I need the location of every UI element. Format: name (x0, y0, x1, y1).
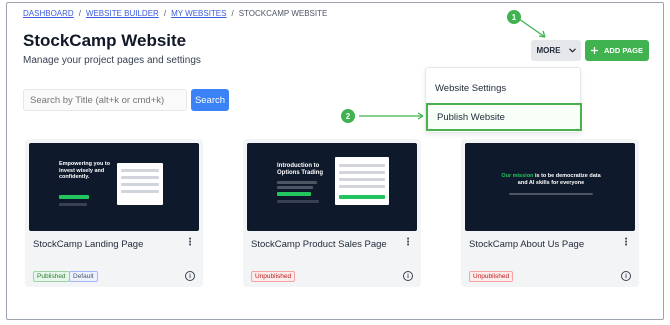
thumb-line (277, 186, 313, 189)
chevron-down-icon (568, 48, 576, 53)
menu-item-publish-website[interactable]: Publish Website (426, 103, 582, 131)
info-icon[interactable]: i (403, 271, 413, 281)
breadcrumb-separator: / (78, 9, 81, 18)
more-label: MORE (536, 46, 561, 55)
thumb-heading-green: Our mission (501, 173, 534, 179)
thumb-line (339, 171, 385, 174)
status-badge-unpublished: Unpublished (251, 271, 296, 282)
thumb-line (121, 169, 159, 172)
card-title: StockCamp Landing Page (33, 239, 144, 250)
thumb-line (339, 185, 385, 188)
page-thumbnail: Introduction to Options Trading (247, 143, 417, 231)
page-card-product-sales[interactable]: Introduction to Options Trading StockCam… (243, 139, 421, 287)
page-card-landing[interactable]: Empowering you to invest wisely and conf… (25, 139, 203, 287)
step-2-arrow-icon (359, 112, 424, 120)
breadcrumb-current: STOCKCAMP WEBSITE (238, 9, 328, 18)
thumb-cta (339, 195, 385, 199)
thumb-link (59, 203, 87, 206)
kebab-menu-icon[interactable]: ⋮ (403, 237, 413, 248)
plus-icon (590, 47, 598, 54)
card-title: StockCamp About Us Page (469, 239, 585, 250)
page-card-about-us[interactable]: Our mission is to be democratize data an… (461, 139, 639, 287)
breadcrumb-separator: / (163, 9, 167, 18)
status-badge-published: Published (33, 271, 70, 282)
thumb-heading: Our mission is to be democratize data an… (499, 173, 603, 187)
more-dropdown-menu: Website Settings Publish Website (425, 67, 582, 133)
page-subtitle: Manage your project pages and settings (23, 55, 201, 66)
thumb-line (339, 178, 385, 181)
kebab-menu-icon[interactable]: ⋮ (185, 237, 195, 248)
menu-item-website-settings[interactable]: Website Settings (426, 74, 582, 102)
kebab-menu-icon[interactable]: ⋮ (621, 237, 631, 248)
thumb-line (277, 181, 317, 184)
thumb-heading: Empowering you to invest wisely and conf… (59, 161, 111, 180)
thumb-line (339, 164, 385, 167)
add-page-button[interactable]: ADD PAGE (585, 40, 649, 61)
breadcrumb-separator: / (231, 9, 234, 18)
thumb-line (121, 190, 159, 193)
thumb-line (277, 200, 319, 203)
search-button[interactable]: Search (191, 89, 229, 111)
thumb-heading: Introduction to Options Trading (277, 163, 323, 176)
step-1-arrow-icon (518, 18, 546, 38)
thumb-cta (277, 192, 311, 196)
card-title: StockCamp Product Sales Page (251, 239, 387, 250)
thumb-cta (59, 195, 89, 199)
info-icon[interactable]: i (185, 271, 195, 281)
page-thumbnail: Our mission is to be democratize data an… (465, 143, 635, 231)
page-thumbnail: Empowering you to invest wisely and conf… (29, 143, 199, 231)
step-2-badge: 2 (341, 109, 355, 123)
page-title: StockCamp Website (23, 31, 187, 50)
thumb-line (509, 193, 593, 195)
breadcrumb-my-websites[interactable]: MY WEBSITES (171, 9, 226, 18)
breadcrumb-website-builder[interactable]: WEBSITE BUILDER (86, 9, 159, 18)
thumb-line (121, 183, 159, 186)
info-icon[interactable]: i (621, 271, 631, 281)
status-badge-unpublished: Unpublished (469, 271, 514, 282)
breadcrumb: DASHBOARD / WEBSITE BUILDER / MY WEBSITE… (23, 9, 327, 18)
status-badge-default: Default (69, 271, 98, 282)
add-page-label: ADD PAGE (603, 46, 644, 55)
breadcrumb-dashboard[interactable]: DASHBOARD (23, 9, 74, 18)
thumb-line (121, 176, 159, 179)
app-window: DASHBOARD / WEBSITE BUILDER / MY WEBSITE… (6, 2, 664, 320)
search-input[interactable] (23, 89, 187, 111)
more-button[interactable]: MORE (531, 40, 581, 61)
